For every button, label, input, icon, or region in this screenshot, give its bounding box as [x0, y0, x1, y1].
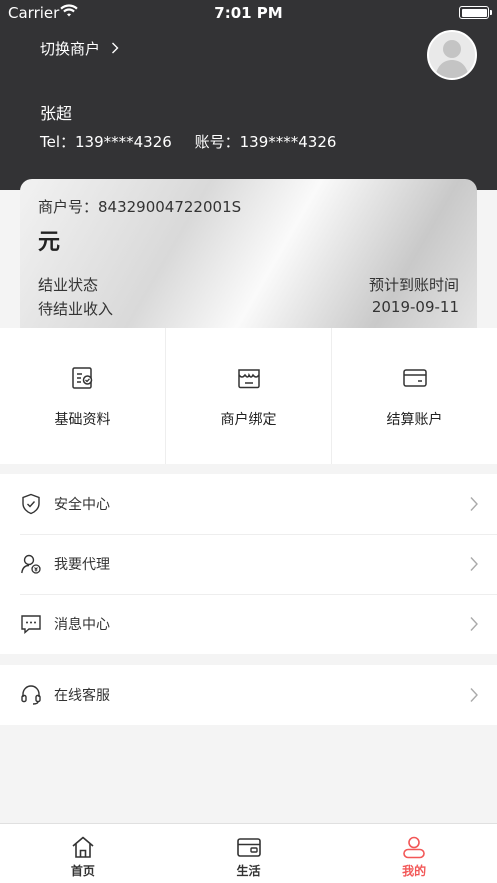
wallet-card-icon: [236, 838, 261, 857]
user-icon: [403, 836, 425, 859]
menu-group-support: 在线客服: [0, 665, 497, 725]
settlement-status-label: 结业状态: [38, 276, 99, 294]
pending-income-label: 待结业收入: [38, 300, 114, 318]
menu-item-label: 我要代理: [54, 557, 110, 573]
user-account: 账号：139****4326: [194, 133, 337, 151]
chevron-right-icon: [470, 557, 478, 571]
card-row-status: 结业状态 预计到账时间: [38, 274, 459, 295]
grid-label: 结算账户: [386, 412, 443, 428]
chevron-right-icon: [111, 40, 119, 58]
battery-icon: [459, 6, 492, 19]
avatar[interactable]: [427, 30, 477, 80]
menu-item-label: 安全中心: [54, 497, 110, 513]
tab-bar: 首页 生活 我的: [0, 823, 497, 883]
merchant-number: 商户号：84329004722001S: [38, 198, 242, 216]
profile-header: Carrier 7:01 PM 切换商户 张超 Tel：139****4326 …: [0, 0, 497, 190]
grid-label: 基础资料: [54, 412, 111, 428]
store-icon: [237, 369, 260, 389]
switch-merchant-button[interactable]: 切换商户: [40, 38, 119, 59]
chevron-right-icon: [470, 688, 478, 702]
switch-merchant-label: 切换商户: [40, 40, 101, 58]
menu-item-online-service[interactable]: 在线客服: [0, 665, 497, 725]
tab-label: 生活: [236, 864, 261, 878]
grid-label: 商户绑定: [220, 412, 277, 428]
message-icon: [21, 615, 41, 635]
function-grid: 基础资料 商户绑定 结算账户: [0, 328, 497, 464]
merchant-card[interactable]: 商户号：84329004722001S 元 结业状态 预计到账时间 待结业收入 …: [20, 179, 477, 339]
menu-item-message-center[interactable]: 消息中心: [0, 594, 497, 654]
tab-label: 我的: [402, 864, 427, 878]
default-avatar-icon: [435, 40, 469, 78]
tab-label: 首页: [70, 864, 95, 878]
tab-home[interactable]: 首页: [0, 824, 166, 883]
menu-item-security-center[interactable]: 安全中心: [0, 474, 497, 534]
bank-card-icon: [402, 369, 427, 387]
clock: 7:01 PM: [214, 4, 283, 22]
menu-item-label: 在线客服: [54, 688, 110, 704]
profile-certificate-icon: [71, 367, 92, 389]
tab-life[interactable]: 生活: [166, 824, 332, 883]
chevron-right-icon: [470, 497, 478, 511]
user-info: Tel：139****4326 账号：139****4326: [40, 131, 336, 152]
shield-icon: [22, 493, 40, 515]
menu-item-become-agent[interactable]: 我要代理: [0, 534, 497, 594]
expected-arrival-label: 预计到账时间: [368, 276, 459, 294]
menu-item-label: 消息中心: [54, 617, 110, 633]
user-name: 张超: [40, 104, 73, 123]
grid-item-basic-info[interactable]: 基础资料: [0, 328, 166, 464]
grid-item-settlement-account[interactable]: 结算账户: [332, 328, 497, 464]
grid-item-merchant-binding[interactable]: 商户绑定: [166, 328, 332, 464]
card-row-pending: 待结业收入 2019-09-11: [38, 298, 459, 319]
menu-group-primary: 安全中心 我要代理 消息中心: [0, 474, 497, 654]
user-tel: Tel：139****4326: [40, 133, 172, 151]
home-icon: [72, 836, 94, 858]
agent-user-icon: [21, 554, 41, 574]
expected-arrival-date: 2019-09-11: [371, 298, 459, 316]
amount-unit: 元: [38, 230, 61, 255]
headset-icon: [21, 685, 41, 705]
status-bar: Carrier 7:01 PM: [0, 0, 497, 26]
tab-mine[interactable]: 我的: [331, 824, 497, 883]
chevron-right-icon: [470, 617, 478, 631]
